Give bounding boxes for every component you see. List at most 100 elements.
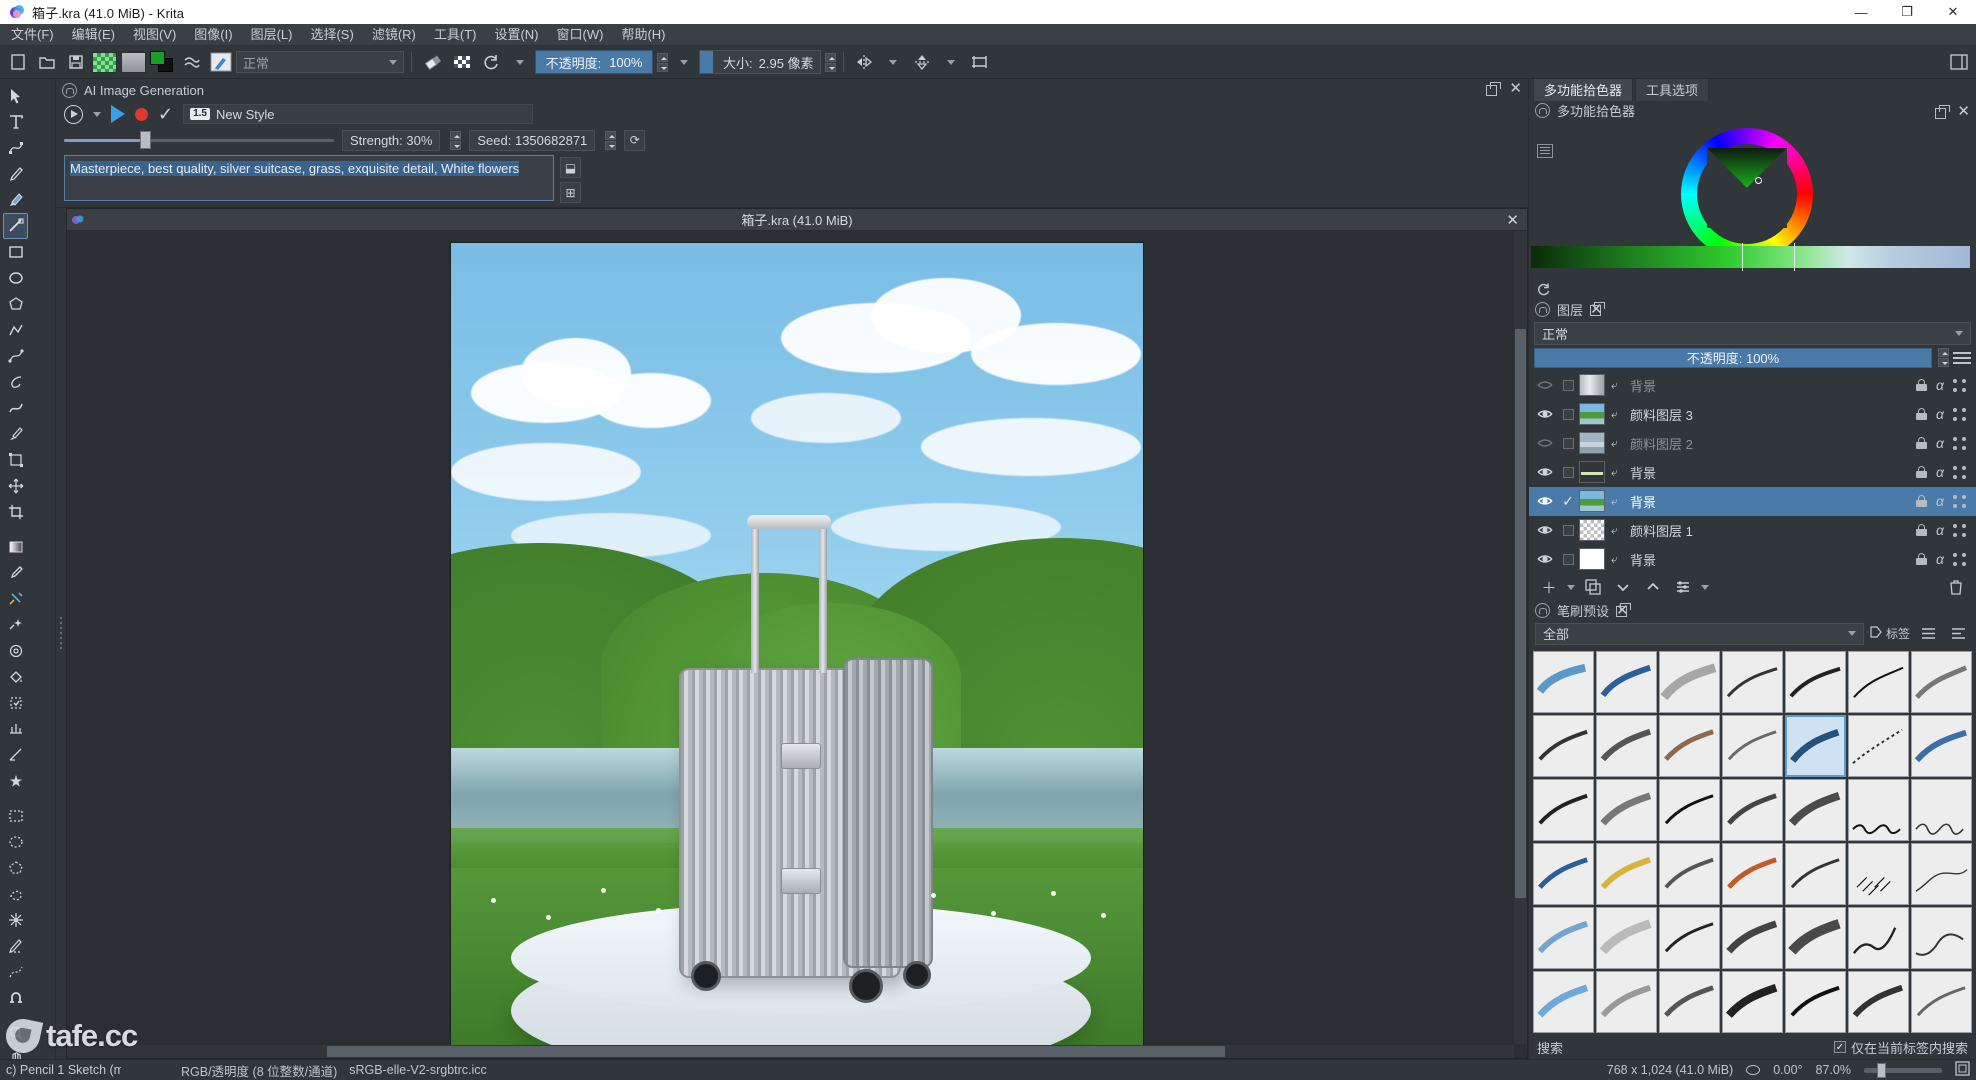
workspace-chooser-icon[interactable]: [1945, 49, 1972, 76]
layer-checkbox[interactable]: [1557, 408, 1579, 420]
list-item[interactable]: [1785, 970, 1846, 1033]
float-docker-icon[interactable]: [1486, 82, 1502, 96]
tool-color-picker[interactable]: [3, 560, 28, 586]
color-picker-body[interactable]: [1529, 120, 1976, 261]
tab-color-picker[interactable]: 多功能拾色器: [1533, 77, 1634, 101]
close-docker-icon[interactable]: ✕: [1509, 81, 1522, 96]
menu-window[interactable]: 窗口(W): [548, 24, 613, 46]
list-item[interactable]: [1659, 970, 1720, 1033]
tool-crop[interactable]: [3, 499, 28, 525]
run-generate-icon[interactable]: [111, 105, 125, 123]
layer-checkbox[interactable]: [1557, 466, 1579, 478]
eraser-icon[interactable]: [419, 49, 446, 76]
list-item[interactable]: [1533, 778, 1594, 841]
layer-checkbox[interactable]: ✓: [1557, 493, 1579, 510]
menu-tools[interactable]: 工具(T): [425, 24, 486, 46]
shade-bar[interactable]: [1531, 242, 1970, 271]
list-item[interactable]: [1722, 970, 1783, 1033]
list-item[interactable]: [1911, 714, 1972, 777]
table-row[interactable]: ✓ ⤶ 背景 α: [1529, 486, 1976, 516]
layer-alpha-lock-icon[interactable]: α: [1936, 493, 1944, 509]
layer-alpha-lock-icon[interactable]: α: [1936, 406, 1944, 422]
table-row[interactable]: ⤶ 颜料图层 3 α: [1529, 400, 1976, 429]
strength-field[interactable]: Strength: 30%: [342, 129, 441, 151]
layer-lock-icon[interactable]: [1916, 437, 1928, 450]
list-item[interactable]: [1659, 778, 1720, 841]
tool-gradient[interactable]: [3, 534, 28, 560]
strength-slider[interactable]: [64, 131, 334, 149]
gradient-editor-icon[interactable]: [178, 49, 205, 76]
toolbar-opacity-field[interactable]: 不透明度: 100%: [535, 50, 653, 74]
tool-ellipse[interactable]: [3, 265, 28, 291]
mirror-horizontal-icon[interactable]: [851, 49, 878, 76]
tool-rectangle[interactable]: [3, 239, 28, 265]
layer-checkbox[interactable]: [1557, 379, 1579, 391]
layer-properties-chevron-icon[interactable]: [1701, 584, 1709, 590]
list-item[interactable]: [1848, 714, 1909, 777]
canvas-vertical-scrollbar[interactable]: [1514, 231, 1527, 1044]
wrap-around-icon[interactable]: [967, 49, 994, 76]
tool-polyline[interactable]: [3, 317, 28, 343]
tool-colorize-mask[interactable]: [3, 586, 28, 612]
shade-selector-icon[interactable]: [1537, 144, 1553, 159]
layer-alpha-lock-icon[interactable]: α: [1936, 377, 1944, 393]
open-folder-icon[interactable]: [33, 49, 60, 76]
strength-stepper[interactable]: [450, 130, 462, 150]
new-document-icon[interactable]: [4, 49, 31, 76]
splitter-handle-icon[interactable]: [56, 208, 66, 1059]
tool-bezier-select[interactable]: [3, 959, 28, 985]
table-row[interactable]: ⤶ 背景 α: [1529, 371, 1976, 400]
opacity-dropdown-icon[interactable]: [670, 49, 697, 76]
list-item[interactable]: [1785, 778, 1846, 841]
canvas-rotation-icon[interactable]: [1746, 1065, 1761, 1075]
tool-measure[interactable]: [3, 742, 28, 768]
table-row[interactable]: ⤶ 背景 α: [1529, 545, 1976, 574]
list-item[interactable]: [1659, 906, 1720, 969]
list-item[interactable]: [1659, 650, 1720, 713]
layer-onion-icon[interactable]: [1953, 494, 1966, 508]
layer-alpha-lock-icon[interactable]: α: [1936, 435, 1944, 451]
docker-lock-icon[interactable]: [1535, 301, 1550, 317]
size-stepper[interactable]: [824, 52, 836, 72]
tool-line[interactable]: [3, 213, 28, 239]
list-item[interactable]: [1722, 778, 1783, 841]
layer-checkbox[interactable]: [1557, 437, 1579, 449]
tool-rect-select[interactable]: [3, 803, 28, 829]
add-prompt-line-icon[interactable]: ⬓: [560, 157, 581, 178]
mirror-vertical-icon[interactable]: [909, 49, 936, 76]
layer-alpha-lock-icon[interactable]: α: [1936, 551, 1944, 567]
menu-edit[interactable]: 编辑(E): [63, 24, 124, 46]
layer-properties-icon[interactable]: [1671, 575, 1695, 599]
tool-transform[interactable]: [3, 447, 28, 473]
list-item[interactable]: [1596, 650, 1657, 713]
layer-visibility-toggle[interactable]: [1533, 378, 1557, 392]
record-icon[interactable]: [135, 107, 148, 121]
layer-lock-icon[interactable]: [1916, 379, 1928, 392]
layer-lock-icon[interactable]: [1916, 553, 1928, 566]
layer-onion-icon[interactable]: [1953, 436, 1966, 450]
layer-onion-icon[interactable]: [1953, 552, 1966, 566]
tool-fill-bucket[interactable]: [3, 664, 28, 690]
gradient-swatch-icon[interactable]: [120, 49, 147, 76]
list-item[interactable]: [1722, 842, 1783, 905]
layer-onion-icon[interactable]: [1953, 465, 1966, 479]
list-item[interactable]: [1722, 714, 1783, 777]
menu-filter[interactable]: 滤镜(R): [363, 24, 425, 46]
tool-magnetic-select[interactable]: [3, 985, 28, 1011]
list-item[interactable]: [1533, 714, 1594, 777]
menu-settings[interactable]: 设置(N): [485, 24, 547, 46]
list-item[interactable]: [1911, 650, 1972, 713]
docker-lock-icon[interactable]: [1535, 103, 1550, 119]
tool-polygon[interactable]: [3, 291, 28, 317]
list-item[interactable]: [1848, 906, 1909, 969]
tool-freehand-select[interactable]: [3, 881, 28, 907]
apply-check-icon[interactable]: ✓: [158, 105, 173, 123]
menu-view[interactable]: 视图(V): [124, 24, 185, 46]
list-item[interactable]: [1785, 906, 1846, 969]
list-item[interactable]: [1596, 906, 1657, 969]
list-view-icon[interactable]: [1916, 622, 1940, 646]
table-row[interactable]: ⤶ 颜料图层 1 α: [1529, 516, 1976, 545]
tab-tool-options[interactable]: 工具选项: [1635, 77, 1710, 101]
layer-visibility-toggle[interactable]: [1533, 407, 1557, 421]
tool-freehand-brush[interactable]: [3, 187, 28, 213]
